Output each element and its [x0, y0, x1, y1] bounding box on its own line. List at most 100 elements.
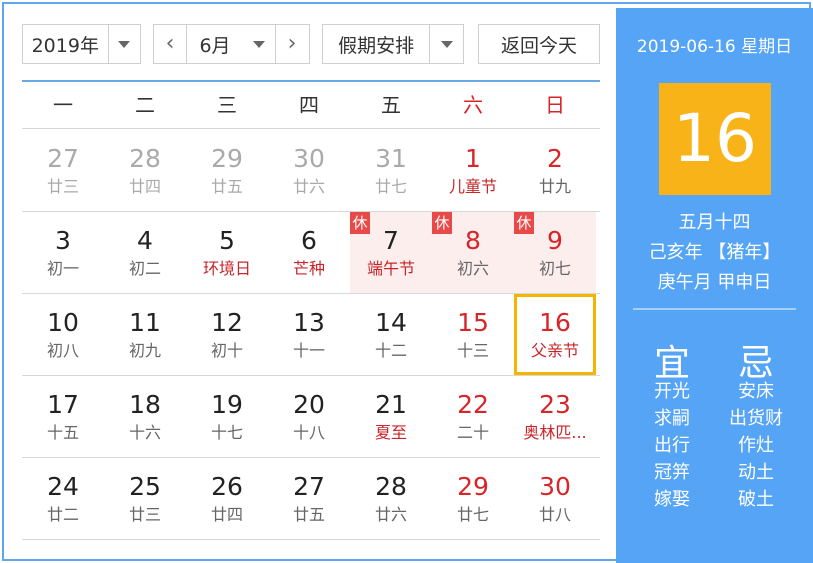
day-cell[interactable]: 25 廿三 — [104, 458, 186, 539]
lunar-label: 十七 — [210, 423, 243, 442]
day-number: 11 — [129, 308, 161, 337]
calendar-widget: 2019年 ‹ 6月 › 假期安排 返回今天 一 二 三 四 五 六 日 27 … — [2, 2, 813, 563]
day-cell[interactable]: 5 环境日 — [186, 212, 268, 293]
day-number: 2 — [547, 144, 563, 173]
week-row: 17 十五 18 十六 19 十七 20 十八 21 夏至 22 二十 23 奥林匹... — [22, 376, 600, 458]
day-number: 16 — [539, 308, 571, 337]
day-cell[interactable]: 15 十三 — [432, 294, 514, 375]
day-number: 4 — [137, 226, 153, 255]
weekday-sat: 六 — [463, 93, 483, 117]
weekday-fri: 五 — [381, 93, 401, 117]
day-cell-today[interactable]: 16 父亲节 — [514, 294, 596, 375]
lunar-label: 十五 — [46, 423, 79, 442]
month-selector: ‹ 6月 › — [153, 24, 310, 64]
lunar-label: 初八 — [46, 341, 79, 360]
day-cell[interactable]: 24 廿二 — [22, 458, 104, 539]
day-cell[interactable]: 28 廿六 — [350, 458, 432, 539]
day-cell[interactable]: 30 廿六 — [268, 130, 350, 211]
day-cell[interactable]: 17 十五 — [22, 376, 104, 457]
chevron-down-icon — [253, 40, 265, 48]
day-cell[interactable]: 22 二十 — [432, 376, 514, 457]
day-cell[interactable]: 27 廿三 — [22, 130, 104, 211]
day-cell[interactable]: 4 初二 — [104, 212, 186, 293]
year-dropdown-button[interactable] — [109, 25, 140, 63]
day-number: 10 — [47, 308, 79, 337]
weekday-mon: 一 — [53, 93, 73, 117]
year-select[interactable]: 2019年 — [22, 24, 141, 64]
day-cell[interactable]: 6 芒种 — [268, 212, 350, 293]
day-cell[interactable]: 1 儿童节 — [432, 130, 514, 211]
month-dropdown-button[interactable] — [243, 25, 275, 63]
day-cell[interactable]: 19 十七 — [186, 376, 268, 457]
rest-day-badge: 休 — [514, 212, 534, 234]
day-cell[interactable]: 10 初八 — [22, 294, 104, 375]
day-number: 26 — [211, 472, 243, 501]
lunar-label: 廿四 — [210, 505, 243, 524]
lunar-label: 端午节 — [366, 259, 415, 278]
lunar-label: 初十 — [210, 341, 243, 360]
day-number: 18 — [129, 390, 161, 419]
yi-item: 出行 — [654, 435, 690, 456]
day-cell[interactable]: 12 初十 — [186, 294, 268, 375]
day-cell[interactable]: 28 廿四 — [104, 130, 186, 211]
lunar-label: 父亲节 — [530, 341, 579, 360]
day-number: 14 — [375, 308, 407, 337]
day-cell[interactable]: 29 廿五 — [186, 130, 268, 211]
holiday-dropdown-button[interactable] — [430, 25, 463, 63]
day-detail-panel: 2019-06-16 星期日 16 五月十四 己亥年 【猪年】 庚午月 甲申日 … — [616, 8, 813, 563]
rest-day-badge: 休 — [432, 212, 452, 234]
day-number: 31 — [375, 144, 407, 173]
day-cell[interactable]: 13 十一 — [268, 294, 350, 375]
weekday-tue: 二 — [135, 93, 155, 117]
day-number: 27 — [293, 472, 325, 501]
lunar-label: 廿三 — [46, 177, 79, 196]
lunar-label: 夏至 — [374, 423, 407, 442]
lunar-label: 初二 — [128, 259, 161, 278]
holiday-select[interactable]: 假期安排 — [322, 24, 464, 64]
day-cell[interactable]: 18 十六 — [104, 376, 186, 457]
yi-item: 求嗣 — [654, 408, 690, 429]
month-value[interactable]: 6月 — [187, 31, 243, 58]
day-cell[interactable]: 26 廿四 — [186, 458, 268, 539]
next-month-button[interactable]: › — [276, 25, 308, 63]
yi-list: 开光 求嗣 出行 冠笄 嫁娶 — [642, 378, 702, 513]
day-number: 6 — [301, 226, 317, 255]
day-cell[interactable]: 31 廿七 — [350, 130, 432, 211]
day-cell[interactable]: 休 8 初六 — [432, 212, 514, 293]
holiday-value: 假期安排 — [338, 34, 415, 57]
day-number: 13 — [293, 308, 325, 337]
day-cell[interactable]: 23 奥林匹... — [514, 376, 596, 457]
week-row: 10 初八 11 初九 12 初十 13 十一 14 十二 15 十三 16 父亲节 — [22, 294, 600, 376]
day-number: 19 — [211, 390, 243, 419]
day-cell[interactable]: 29 廿七 — [432, 458, 514, 539]
day-cell[interactable]: 27 廿五 — [268, 458, 350, 539]
weekday-header: 一 二 三 四 五 六 日 — [22, 82, 600, 129]
ji-item: 出货财 — [729, 408, 783, 429]
ji-list: 安床 出货财 作灶 动土 破土 — [726, 378, 786, 513]
lunar-label: 十一 — [292, 341, 325, 360]
chevron-down-icon — [440, 40, 453, 48]
day-number: 30 — [293, 144, 325, 173]
day-cell[interactable]: 21 夏至 — [350, 376, 432, 457]
day-number: 12 — [211, 308, 243, 337]
yi-item: 冠笄 — [654, 462, 690, 483]
weekday-thu: 四 — [299, 93, 319, 117]
day-cell[interactable]: 3 初一 — [22, 212, 104, 293]
day-cell[interactable]: 休 9 初七 — [514, 212, 596, 293]
calendar-toolbar: 2019年 ‹ 6月 › 假期安排 返回今天 — [22, 24, 602, 64]
lunar-label: 十六 — [128, 423, 161, 442]
day-cell[interactable]: 20 十八 — [268, 376, 350, 457]
lunar-year: 己亥年 【猪年】 — [648, 242, 781, 263]
day-cell[interactable]: 30 廿八 — [514, 458, 596, 539]
week-row: 24 廿二 25 廿三 26 廿四 27 廿五 28 廿六 29 廿七 30 廿八 — [22, 458, 600, 540]
day-number: 27 — [47, 144, 79, 173]
day-cell[interactable]: 2 廿九 — [514, 130, 596, 211]
day-number: 25 — [129, 472, 161, 501]
day-cell[interactable]: 14 十二 — [350, 294, 432, 375]
day-cell[interactable]: 11 初九 — [104, 294, 186, 375]
day-cell[interactable]: 休 7 端午节 — [350, 212, 432, 293]
back-to-today-button[interactable]: 返回今天 — [478, 24, 600, 64]
lunar-label: 十二 — [374, 341, 407, 360]
ji-item: 作灶 — [738, 435, 774, 456]
prev-month-button[interactable]: ‹ — [154, 25, 186, 63]
